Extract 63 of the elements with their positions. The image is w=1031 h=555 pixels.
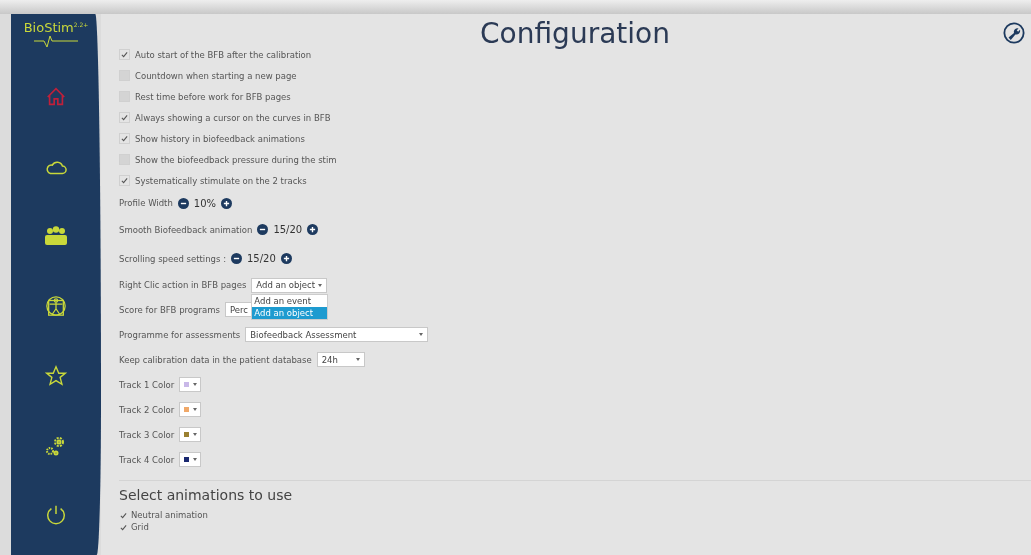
option-label: Countdown when starting a new page	[135, 70, 297, 81]
power-icon	[45, 504, 67, 527]
checkbox[interactable]	[119, 175, 130, 186]
color-picker[interactable]	[179, 452, 202, 467]
plus-icon	[282, 255, 290, 262]
section-title: Select animations to use	[119, 487, 294, 503]
checkbox[interactable]	[119, 112, 130, 123]
increase-button[interactable]	[307, 224, 319, 235]
minus-icon	[259, 226, 267, 233]
setting-label: Scrolling speed settings :	[119, 253, 226, 264]
check-icon[interactable]	[119, 523, 127, 531]
decrease-button[interactable]	[257, 224, 269, 235]
option-label: Show the biofeedback pressure during the stim	[135, 154, 337, 165]
setting-value: 15/20	[247, 253, 276, 264]
star-icon	[45, 364, 67, 387]
dropdown[interactable]: 24h	[316, 352, 365, 367]
color-picker[interactable]	[179, 377, 202, 392]
minus-icon	[233, 255, 240, 262]
caret-icon	[419, 333, 424, 336]
dropdown[interactable]: Biofeedback Assessment	[245, 327, 429, 342]
option-label: Systematically stimulate on the 2 tracks	[135, 175, 307, 186]
checkbox[interactable]	[119, 49, 130, 60]
setting-label: Programme for assessments	[119, 329, 241, 340]
caret-icon	[192, 433, 197, 436]
setting-label: Track 4 Color	[119, 454, 175, 465]
setting-label: Smooth Biofeedback animation	[119, 224, 253, 235]
settings-icon[interactable]	[1003, 22, 1025, 44]
home-icon	[45, 85, 67, 108]
option-label: Auto start of the BFB after the calibration	[135, 49, 312, 60]
caret-icon	[192, 458, 197, 461]
page-title: Configuration	[480, 16, 670, 50]
setting-label: Score for BFB programs	[119, 304, 220, 315]
setting-label: Profile Width	[119, 198, 173, 208]
vitruvian-man-icon	[45, 295, 67, 317]
check-icon[interactable]	[119, 511, 127, 519]
color-picker[interactable]	[179, 427, 202, 442]
setting-label: Keep calibration data in the patient database	[119, 354, 312, 365]
decrease-button[interactable]	[231, 253, 242, 264]
option-label: Show history in biofeedback animations	[135, 133, 305, 144]
setting-value: 15/20	[273, 224, 303, 235]
plus-icon	[309, 226, 317, 233]
checkbox[interactable]	[119, 133, 130, 144]
option-label: Neutral animation	[131, 510, 208, 520]
option-label: Grid	[131, 522, 149, 532]
increase-button[interactable]	[280, 253, 292, 264]
setting-label: Track 1 Color	[119, 379, 175, 390]
app-logo: BioStim$^{2.2+}$	[23, 20, 89, 35]
setting-label: Right Clic action in BFB pages	[119, 280, 247, 290]
group-icon	[44, 226, 68, 247]
color-picker[interactable]	[179, 402, 202, 417]
option-label: Rest time before work for BFB pages	[135, 91, 291, 102]
increase-button[interactable]	[221, 197, 233, 209]
setting-label: Track 2 Color	[119, 404, 175, 415]
setting-value: 10%	[193, 197, 217, 209]
plus-icon	[223, 199, 231, 207]
caret-icon	[355, 358, 360, 361]
setting-label: Track 3 Color	[119, 429, 175, 440]
pulse-icon	[34, 35, 78, 49]
option-label: Always showing a cursor on the curves in BFB	[135, 112, 331, 123]
decrease-button[interactable]	[177, 197, 189, 209]
caret-icon	[192, 408, 197, 411]
caret-icon	[318, 283, 323, 287]
caret-icon	[192, 383, 197, 386]
